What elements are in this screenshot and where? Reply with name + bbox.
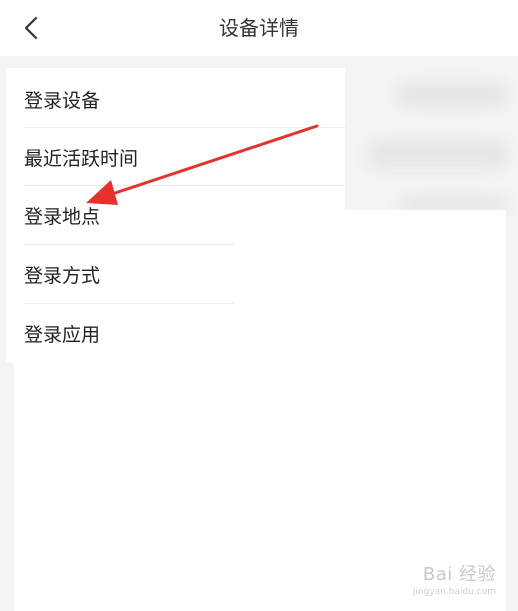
list-item-last-active-time[interactable]: 最近活跃时间 [6, 128, 345, 186]
top-nav-bar: 设备详情 [0, 0, 518, 56]
list-item-label: 登录设备 [24, 89, 101, 112]
watermark: Bai 经验 jingyan.baidu.com [413, 560, 496, 597]
list-item-login-method[interactable]: 登录方式 [6, 245, 232, 303]
list-item-label: 登录应用 [24, 323, 101, 346]
obscured-value-device [398, 82, 506, 108]
list-item-login-app[interactable]: 登录应用 [6, 304, 232, 362]
watermark-brand: Bai 经验 [422, 564, 496, 585]
chevron-left-icon [24, 16, 38, 40]
list-item-login-device[interactable]: 登录设备 [6, 70, 345, 128]
list-lower-area [14, 362, 232, 611]
watermark-site: jingyan.baidu.com [412, 587, 496, 597]
list-item-label: 登录地点 [24, 205, 101, 228]
back-button[interactable] [12, 8, 52, 48]
device-detail-list: 登录设备 最近活跃时间 登录地点 登录方式 登录应用 [6, 68, 345, 362]
list-item-login-location[interactable]: 登录地点 [6, 186, 232, 244]
list-item-label: 登录方式 [24, 264, 101, 287]
list-item-label: 最近活跃时间 [24, 147, 139, 170]
obscured-value-active-time [368, 140, 508, 168]
page-title: 设备详情 [219, 16, 299, 40]
